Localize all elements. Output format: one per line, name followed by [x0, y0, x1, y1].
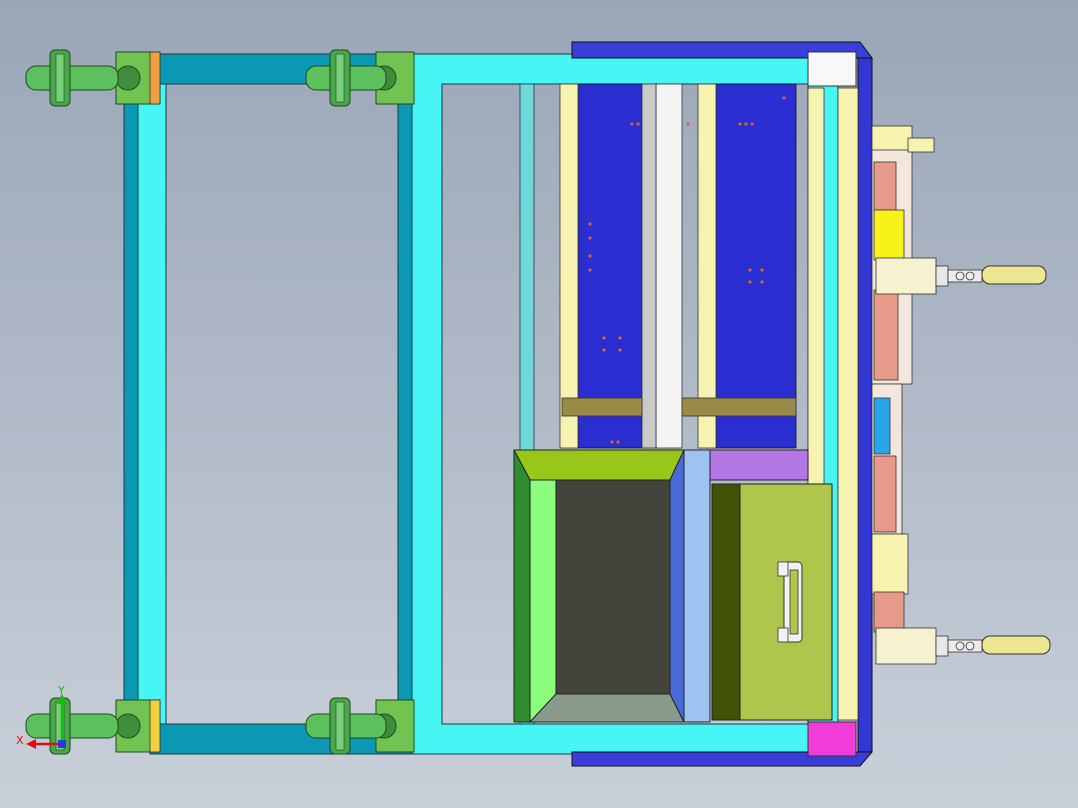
cad-viewport[interactable]: X Y	[0, 0, 1078, 808]
tray-rim-left	[513, 449, 531, 723]
lower-bracket	[871, 533, 909, 595]
tray-wall-right	[669, 449, 685, 723]
center-post-gap	[641, 83, 657, 449]
mold-cavity-left	[577, 83, 643, 449]
left-bay-outline	[165, 83, 399, 725]
tray-rim-top	[513, 449, 685, 481]
drawer-top-band	[709, 449, 809, 481]
y-axis-label: Y	[58, 684, 65, 697]
drawer-side-strip	[683, 449, 711, 723]
x-axis-label: X	[16, 734, 24, 747]
brace-left	[561, 397, 643, 417]
cart-frame[interactable]	[123, 53, 413, 755]
center-post	[655, 83, 683, 449]
top-bracket	[871, 125, 913, 151]
caster-wheel-icon[interactable]	[25, 49, 161, 107]
left-upright-shadow	[123, 103, 139, 725]
middle-upright-shadow	[397, 103, 413, 725]
corner-block-top	[807, 51, 857, 87]
scrap-tray[interactable]	[513, 449, 685, 724]
heater-block-3	[873, 455, 897, 533]
caster-wheel-icon[interactable]	[25, 697, 161, 755]
clamp-base-upper	[875, 257, 937, 295]
rail-2	[697, 83, 717, 449]
rail-1	[559, 83, 579, 449]
cyan-sensor	[873, 397, 891, 455]
brace-right	[681, 397, 797, 417]
tray-floor-front	[528, 693, 685, 723]
corner-block-bottom	[807, 721, 857, 757]
tray-wall-left	[529, 479, 557, 724]
tray-floor	[555, 479, 671, 695]
left-upright	[137, 83, 167, 725]
assembly-drawing	[25, 41, 1051, 767]
clamp-handle-icon[interactable]	[935, 265, 1047, 287]
rail-right	[837, 87, 859, 721]
clamp-base-lower	[875, 627, 937, 665]
heater-block-1	[873, 161, 897, 211]
top-bracket-tab	[907, 137, 935, 153]
clamp-handle-icon[interactable]	[935, 635, 1051, 657]
drawer[interactable]	[683, 449, 833, 723]
drawer-shadow-left	[711, 483, 741, 721]
heater-block-4	[873, 591, 905, 633]
heater-block-2	[873, 289, 899, 381]
mold-plate-right-edge	[857, 57, 873, 753]
mold-cavity-right	[715, 83, 797, 449]
mold-side-components[interactable]	[871, 125, 937, 665]
yellow-block-1	[873, 209, 905, 261]
